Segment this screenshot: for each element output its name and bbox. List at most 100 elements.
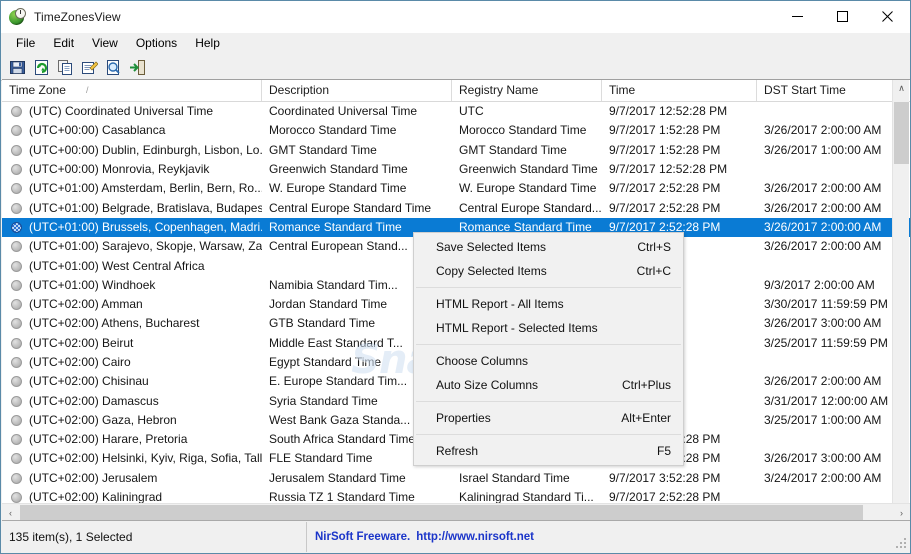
cell-reg: W. Europe Standard Time: [459, 181, 597, 196]
timezone-bullet-icon: [11, 279, 22, 291]
table-row[interactable]: (UTC+02:00) Jerusalem Jerusalem Standard …: [2, 469, 910, 488]
list-header: Time Zone / Description Registry Name Ti…: [2, 80, 910, 102]
copy-icon[interactable]: [57, 59, 74, 76]
table-row[interactable]: (UTC+01:00) Amsterdam, Berlin, Bern, Ro.…: [2, 179, 910, 198]
timezone-bullet-icon: [11, 492, 22, 504]
cell-text: (UTC) Coordinated Universal Time: [29, 104, 214, 119]
context-menu-item[interactable]: Copy Selected Items Ctrl+C: [414, 259, 683, 283]
cell-text: (UTC+02:00) Jerusalem: [29, 470, 158, 485]
properties-icon[interactable]: [81, 59, 99, 76]
cell-zone: (UTC+01:00) West Central Africa: [2, 257, 262, 276]
window-title: TimeZonesView: [34, 9, 121, 24]
context-menu-item-label: Auto Size Columns: [436, 378, 539, 392]
context-menu-item[interactable]: Properties Alt+Enter: [414, 406, 683, 430]
scroll-up-arrow-icon[interactable]: ∧: [893, 80, 910, 97]
table-row[interactable]: (UTC+01:00) Belgrade, Bratislava, Budape…: [2, 198, 910, 217]
table-row[interactable]: (UTC) Coordinated Universal Time Coordina…: [2, 102, 910, 121]
cell-zone: (UTC+02:00) Cairo: [2, 353, 262, 372]
cell-time: 9/7/2017 3:52:28 PM: [609, 470, 721, 485]
context-menu-item-accelerator: Ctrl+C: [636, 264, 671, 278]
context-menu[interactable]: Save Selected Items Ctrl+S Copy Selected I…: [413, 232, 684, 466]
save-icon[interactable]: [9, 59, 26, 76]
app-icon: [9, 7, 27, 26]
cell-zone: (UTC+02:00) Gaza, Hebron: [2, 411, 262, 430]
timezone-bullet-icon: [11, 260, 22, 272]
timezone-bullet-icon: [11, 414, 22, 426]
context-menu-separator: [416, 344, 681, 345]
cell-text: (UTC+01:00) Belgrade, Bratislava, Budape…: [29, 200, 262, 215]
timezone-bullet-icon: [11, 453, 22, 465]
cell-reg: Greenwich Standard Time: [459, 162, 598, 177]
context-menu-separator: [416, 401, 681, 402]
status-bar: 135 item(s), 1 Selected NirSoft Freeware…: [2, 520, 910, 552]
cell-dst: 3/25/2017 1:00:00 AM: [764, 412, 882, 427]
context-menu-item[interactable]: Auto Size Columns Ctrl+Plus: [414, 373, 683, 397]
context-menu-item[interactable]: Refresh F5: [414, 439, 683, 463]
timezone-bullet-icon: [11, 144, 22, 156]
minimize-button[interactable]: [775, 1, 820, 31]
timezone-bullet-icon: [11, 125, 22, 137]
table-row[interactable]: (UTC+00:00) Casablanca Morocco Standard T…: [2, 121, 910, 140]
cell-zone: (UTC+00:00) Dublin, Edinburgh, Lisbon, L…: [2, 141, 262, 160]
column-header-dst-start[interactable]: DST Start Time: [757, 80, 907, 101]
context-menu-item[interactable]: Save Selected Items Ctrl+S: [414, 235, 683, 259]
application-window: TimeZonesView File Edit View Options Hel…: [0, 0, 911, 554]
timezone-bullet-icon: [11, 202, 22, 214]
cell-text: (UTC+00:00) Dublin, Edinburgh, Lisbon, L…: [29, 142, 262, 157]
refresh-icon[interactable]: [33, 59, 50, 76]
scroll-right-arrow-icon[interactable]: ›: [893, 504, 910, 521]
scroll-left-arrow-icon[interactable]: ‹: [2, 504, 19, 521]
cell-zone: (UTC+01:00) Amsterdam, Berlin, Bern, Ro.…: [2, 179, 262, 198]
column-header-registry-name[interactable]: Registry Name: [452, 80, 602, 101]
cell-zone: (UTC+01:00) Sarajevo, Skopje, Warsaw, Za…: [2, 237, 262, 256]
table-row[interactable]: (UTC+00:00) Dublin, Edinburgh, Lisbon, L…: [2, 141, 910, 160]
cell-reg: Israel Standard Time: [459, 470, 570, 485]
resize-grip-icon[interactable]: [895, 537, 907, 549]
cell-text: (UTC+02:00) Athens, Bucharest: [29, 316, 200, 331]
cell-zone: (UTC+02:00) Chisinau: [2, 372, 262, 391]
context-menu-item[interactable]: HTML Report - Selected Items: [414, 316, 683, 340]
cell-dst: 3/26/2017 3:00:00 AM: [764, 451, 882, 466]
timezone-bullet-icon: [11, 318, 22, 330]
cell-desc: Coordinated Universal Time: [269, 104, 418, 119]
find-icon[interactable]: [105, 59, 122, 76]
horizontal-scroll-thumb[interactable]: [20, 505, 863, 520]
cell-zone: (UTC+00:00) Monrovia, Reykjavik: [2, 160, 262, 179]
column-header-time-zone[interactable]: Time Zone /: [2, 80, 262, 101]
context-menu-item-label: Save Selected Items: [436, 240, 547, 254]
title-bar: TimeZonesView: [1, 1, 910, 33]
horizontal-scrollbar[interactable]: ‹ ›: [2, 503, 910, 520]
cell-zone: (UTC+02:00) Jerusalem: [2, 469, 262, 488]
maximize-button[interactable]: [820, 1, 865, 31]
menu-item-help[interactable]: Help: [186, 34, 229, 53]
column-header-description[interactable]: Description: [262, 80, 452, 101]
menu-item-file[interactable]: File: [7, 34, 44, 53]
context-menu-item[interactable]: HTML Report - All Items: [414, 292, 683, 316]
context-menu-separator: [416, 434, 681, 435]
vertical-scrollbar[interactable]: ∧ ∨: [892, 80, 909, 516]
cell-dst: 3/26/2017 2:00:00 AM: [764, 219, 882, 234]
status-item-count: 135 item(s), 1 Selected: [2, 521, 307, 552]
context-menu-item[interactable]: Choose Columns: [414, 349, 683, 373]
column-header-time[interactable]: Time: [602, 80, 757, 101]
menu-item-edit[interactable]: Edit: [44, 34, 83, 53]
close-button[interactable]: [865, 1, 910, 31]
cell-zone: (UTC+01:00) Belgrade, Bratislava, Budape…: [2, 199, 262, 218]
context-menu-item-accelerator: Alt+Enter: [621, 411, 671, 425]
cell-text: (UTC+01:00) Brussels, Copenhagen, Madri.…: [29, 219, 262, 234]
cell-reg: UTC: [459, 104, 484, 119]
cell-zone: (UTC+02:00) Helsinki, Kyiv, Riga, Sofia,…: [2, 449, 262, 468]
cell-zone: (UTC+02:00) Amman: [2, 295, 262, 314]
vertical-scroll-thumb[interactable]: [894, 102, 909, 164]
table-row[interactable]: (UTC+00:00) Monrovia, Reykjavik Greenwich…: [2, 160, 910, 179]
cell-text: (UTC+02:00) Damascus: [29, 393, 159, 408]
timezone-bullet-icon: [11, 241, 22, 253]
cell-dst: 3/26/2017 2:00:00 AM: [764, 123, 882, 138]
status-nirsoft[interactable]: NirSoft Freeware. http://www.nirsoft.net: [307, 522, 910, 552]
menu-item-view[interactable]: View: [83, 34, 127, 53]
context-menu-item-accelerator: Ctrl+Plus: [621, 378, 671, 392]
menu-item-options[interactable]: Options: [127, 34, 186, 53]
nirsoft-url-link[interactable]: http://www.nirsoft.net: [416, 531, 534, 543]
timezone-bullet-icon: [11, 221, 22, 233]
exit-icon[interactable]: [129, 59, 146, 76]
